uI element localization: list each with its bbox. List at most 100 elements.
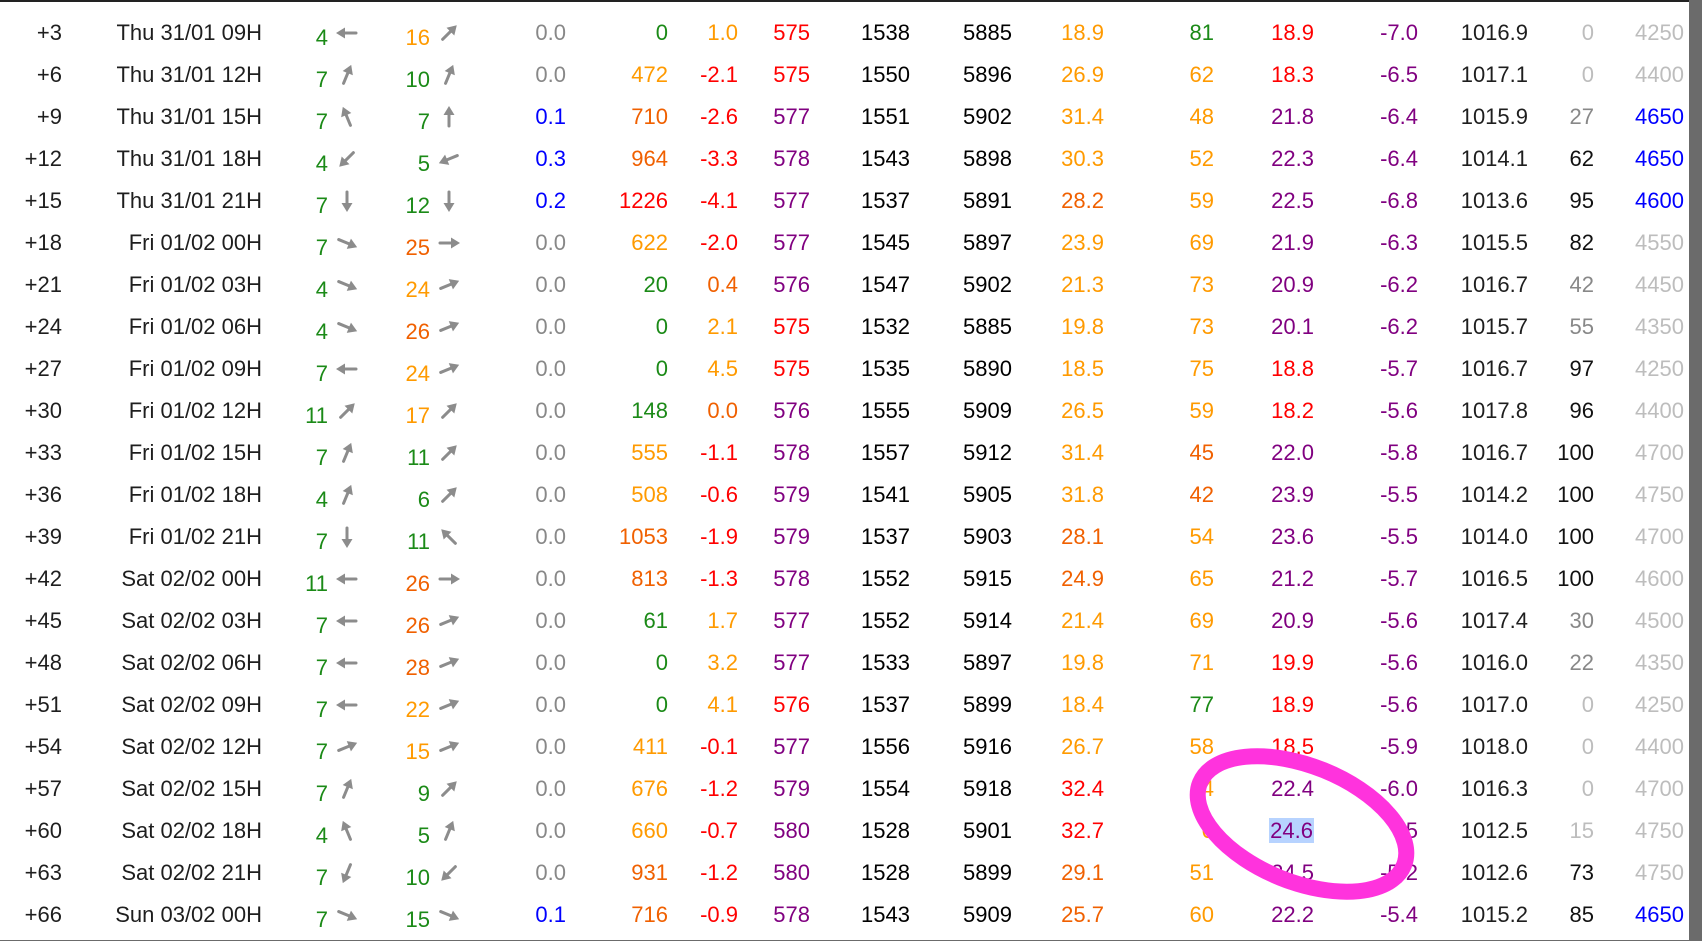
humidity-value-text: 51 [1189, 860, 1214, 885]
radiation-value-text: 622 [631, 230, 668, 255]
forecast-datetime-text: Thu 31/01 09H [116, 20, 262, 45]
geopotential-500-value: 5896 [938, 54, 1012, 96]
wind-direction-arrow-icon [334, 222, 360, 264]
thickness-value-text: 576 [773, 692, 810, 717]
wind-speed-surface: 4 [304, 12, 328, 54]
pressure-value: 1016.9 [1432, 12, 1528, 54]
temperature-upper-value: -5.6 [1338, 642, 1418, 684]
pressure-value-text: 1017.1 [1460, 62, 1528, 87]
precipitation-value-text: 0.3 [535, 146, 566, 171]
forecast-datetime-text: Sat 02/02 18H [121, 818, 262, 843]
thickness-value-text: 576 [773, 398, 810, 423]
wind-direction-arrow-icon [334, 810, 360, 852]
geopotential-850-value-text: 1554 [861, 776, 910, 801]
geopotential-500-value-text: 5897 [963, 650, 1012, 675]
freezing-level-value-text: 4350 [1635, 314, 1684, 339]
wind-speed-surface: 7 [304, 600, 328, 642]
temperature-upper-value-text: -6.4 [1380, 104, 1418, 129]
lifted-index-value: -1.3 [684, 558, 738, 600]
radiation-value: 411 [600, 726, 668, 768]
temperature-upper-value-text: -6.0 [1380, 776, 1418, 801]
wind-direction-arrow-icon [334, 432, 360, 474]
temperature-value: 21.4 [1040, 600, 1104, 642]
forecast-datetime-text: Fri 01/02 03H [128, 272, 262, 297]
pressure-value-text: 1016.3 [1460, 776, 1528, 801]
pressure-value-text: 1016.7 [1460, 440, 1528, 465]
forecast-datetime-text: Fri 01/02 15H [128, 440, 262, 465]
radiation-value: 148 [600, 390, 668, 432]
wind-direction-arrow-icon [436, 726, 462, 768]
precipitation-value-text: 0.0 [535, 230, 566, 255]
geopotential-850-value: 1535 [838, 348, 910, 390]
temperature-upper-value-text: -5.6 [1380, 398, 1418, 423]
temperature-value-text: 31.4 [1061, 104, 1104, 129]
humidity-value: 48 [1164, 96, 1214, 138]
wind-speed-altitude-text: 7 [417, 109, 430, 134]
forecast-datetime-text: Sat 02/02 15H [121, 776, 262, 801]
wind-speed-surface-text: 7 [315, 109, 328, 134]
geopotential-500-value: 5902 [938, 96, 1012, 138]
thickness-value-text: 578 [773, 146, 810, 171]
wind-direction-arrow-icon [334, 264, 360, 306]
pressure-value-text: 1012.6 [1460, 860, 1528, 885]
cloud-cover-value-text: 85 [1569, 902, 1594, 927]
forecast-datetime: Thu 31/01 15H [80, 96, 262, 138]
wind-direction-arrow-icon [436, 306, 462, 348]
pressure-value: 1016.7 [1432, 264, 1528, 306]
wind-speed-surface-text: 7 [315, 655, 328, 680]
dewpoint-value: 18.5 [1240, 726, 1314, 768]
dewpoint-value: 22.3 [1240, 138, 1314, 180]
humidity-value: 52 [1164, 138, 1214, 180]
wind-direction-arrow-icon [334, 348, 360, 390]
temperature-upper-value: -5.6 [1338, 390, 1418, 432]
geopotential-850-value-text: 1537 [861, 524, 910, 549]
lifted-index-value-text: -2.1 [700, 62, 738, 87]
forecast-step-text: +33 [24, 440, 62, 465]
forecast-step: +12 [0, 138, 62, 180]
geopotential-500-value: 5885 [938, 306, 1012, 348]
forecast-step-text: +60 [24, 818, 62, 843]
geopotential-850-value-text: 1541 [861, 482, 910, 507]
humidity-value-text: 45 [1189, 440, 1214, 465]
freezing-level-value: 4750 [1600, 810, 1684, 852]
cloud-cover-value: 100 [1544, 432, 1594, 474]
geopotential-500-value: 5903 [938, 516, 1012, 558]
wind-direction-arrow-icon [334, 684, 360, 726]
wind-speed-altitude-text: 15 [405, 739, 430, 764]
lifted-index-value: -1.2 [684, 768, 738, 810]
humidity-value-text: 54 [1189, 524, 1214, 549]
radiation-value-text: 716 [631, 902, 668, 927]
geopotential-850-value-text: 1556 [861, 734, 910, 759]
wind-speed-surface: 7 [304, 726, 328, 768]
wind-direction-arrow-icon [436, 558, 462, 600]
temperature-value-text: 23.9 [1061, 230, 1104, 255]
temperature-upper-value-text: -6.8 [1380, 188, 1418, 213]
forecast-datetime: Sat 02/02 09H [80, 684, 262, 726]
geopotential-850-value-text: 1543 [861, 146, 910, 171]
radiation-value: 61 [600, 600, 668, 642]
thickness-value: 578 [750, 138, 810, 180]
forecast-step: +18 [0, 222, 62, 264]
geopotential-850-value-text: 1552 [861, 566, 910, 591]
geopotential-850-value: 1543 [838, 138, 910, 180]
forecast-step-text: +9 [36, 104, 62, 129]
temperature-value: 18.5 [1040, 348, 1104, 390]
forecast-step: +36 [0, 474, 62, 516]
thickness-value: 578 [750, 558, 810, 600]
forecast-step: +33 [0, 432, 62, 474]
geopotential-500-value-text: 5885 [963, 20, 1012, 45]
humidity-value-text: 59 [1189, 398, 1214, 423]
wind-speed-altitude: 26 [398, 600, 430, 642]
pressure-value: 1015.7 [1432, 306, 1528, 348]
lifted-index-value-text: -0.1 [700, 734, 738, 759]
dewpoint-value-text: 22.0 [1271, 440, 1314, 465]
wind-speed-altitude-text: 24 [405, 361, 430, 386]
freezing-level-value-text: 4600 [1635, 188, 1684, 213]
thickness-value-text: 579 [773, 776, 810, 801]
wind-speed-altitude-text: 24 [405, 277, 430, 302]
radiation-value: 555 [600, 432, 668, 474]
precipitation-value-text: 0.0 [535, 356, 566, 381]
geopotential-500-value: 5899 [938, 684, 1012, 726]
humidity-value: 42 [1164, 474, 1214, 516]
freezing-level-value-text: 4600 [1635, 566, 1684, 591]
